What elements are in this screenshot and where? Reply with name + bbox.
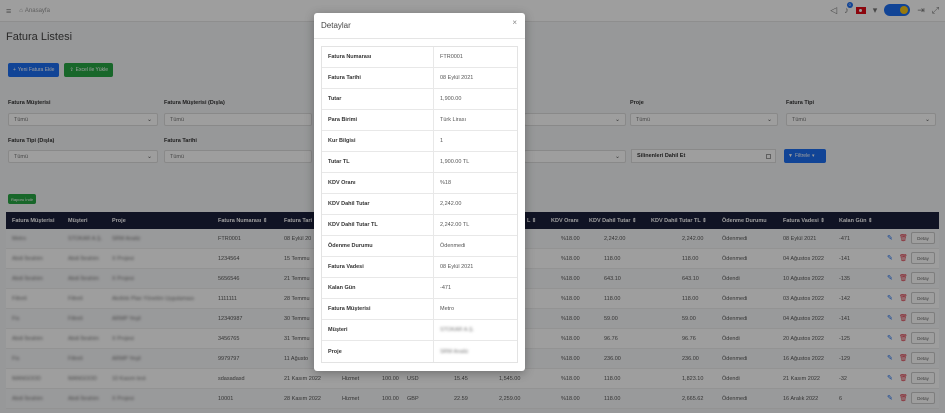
detail-value-cell: 1,900.00 <box>434 89 517 109</box>
detail-value: STOKAR A.Ş. <box>440 327 475 333</box>
detail-key: Kalan Gün <box>322 278 434 298</box>
detail-row: KDV Dahil Tutar TL 2,242.00 TL <box>322 215 517 236</box>
detail-value: SRM Analiz <box>440 348 469 355</box>
detail-key: Kur Bilgisi <box>322 131 434 151</box>
detail-value: 2,242.00 <box>440 201 462 207</box>
details-table: Fatura Numarası FTR0001 Fatura Tarihi 08 Ey… <box>321 46 518 363</box>
detail-row: Ödenme Durumu Ödenmedi <box>322 236 517 257</box>
close-icon[interactable]: × <box>512 18 517 27</box>
detail-key: KDV Dahil Tutar <box>322 194 434 214</box>
detail-key: Fatura Müşterisi <box>322 299 434 319</box>
detail-value: -471 <box>440 285 452 291</box>
detail-value-cell: 08 Eylül 2021 <box>434 257 517 277</box>
detail-row: Fatura Tarihi 08 Eylül 2021 <box>322 68 517 89</box>
detail-row: Kalan Gün -471 <box>322 278 517 299</box>
detail-value-cell: 08 Eylül 2021 <box>434 68 517 88</box>
detail-value-cell: SRM Analiz <box>434 341 517 362</box>
detail-value: 1,900.00 <box>440 96 462 102</box>
detail-row: KDV Dahil Tutar 2,242.00 <box>322 194 517 215</box>
detail-value: Ödenmedi <box>440 243 466 249</box>
modal-header: Detaylar × <box>314 13 525 39</box>
detail-key: Ödenme Durumu <box>322 236 434 256</box>
detail-value-cell: FTR0001 <box>434 47 517 67</box>
detail-value-cell: %18 <box>434 173 517 193</box>
detail-row: Kur Bilgisi 1 <box>322 131 517 152</box>
detail-row: Tutar TL 1,900.00 TL <box>322 152 517 173</box>
detail-value: FTR0001 <box>440 54 463 60</box>
detail-key: Tutar <box>322 89 434 109</box>
detail-row: Proje SRM Analiz <box>322 341 517 362</box>
detail-row: Fatura Numarası FTR0001 <box>322 47 517 68</box>
detail-row: KDV Oranı %18 <box>322 173 517 194</box>
detail-key: Fatura Tarihi <box>322 68 434 88</box>
detail-value-cell: Metro <box>434 299 517 319</box>
detail-value-cell: Türk Lirası <box>434 110 517 130</box>
detail-row: Fatura Müşterisi Metro <box>322 299 517 320</box>
detail-value-cell: -471 <box>434 278 517 298</box>
detail-row: Tutar 1,900.00 <box>322 89 517 110</box>
detail-row: Müşteri STOKAR A.Ş. <box>322 320 517 341</box>
modal-title: Detaylar <box>321 21 351 30</box>
detail-value: %18 <box>440 180 452 186</box>
detail-value-cell: 2,242.00 <box>434 194 517 214</box>
detail-row: Para Birimi Türk Lirası <box>322 110 517 131</box>
detail-value-cell: 2,242.00 TL <box>434 215 517 235</box>
detail-value: 08 Eylül 2021 <box>440 75 474 81</box>
detail-key: Fatura Vadesi <box>322 257 434 277</box>
detail-value: Türk Lirası <box>440 117 466 123</box>
detail-value: Metro <box>440 306 455 312</box>
detail-key: Fatura Numarası <box>322 47 434 67</box>
detail-value: 08 Eylül 2021 <box>440 264 474 270</box>
detail-key: KDV Oranı <box>322 173 434 193</box>
detail-key: KDV Dahil Tutar TL <box>322 215 434 235</box>
detail-value: 2,242.00 TL <box>440 222 470 228</box>
detail-key: Tutar TL <box>322 152 434 172</box>
detail-row: Fatura Vadesi 08 Eylül 2021 <box>322 257 517 278</box>
detail-value-cell: STOKAR A.Ş. <box>434 320 517 340</box>
detail-value-cell: Ödenmedi <box>434 236 517 256</box>
detail-value: 1,900.00 TL <box>440 159 470 165</box>
detail-key: Proje <box>322 341 434 362</box>
detail-value: 1 <box>440 138 444 144</box>
detail-key: Müşteri <box>322 320 434 340</box>
details-modal: Detaylar × Fatura Numarası FTR0001 Fatura … <box>314 13 525 371</box>
detail-key: Para Birimi <box>322 110 434 130</box>
detail-value-cell: 1,900.00 TL <box>434 152 517 172</box>
detail-value-cell: 1 <box>434 131 517 151</box>
